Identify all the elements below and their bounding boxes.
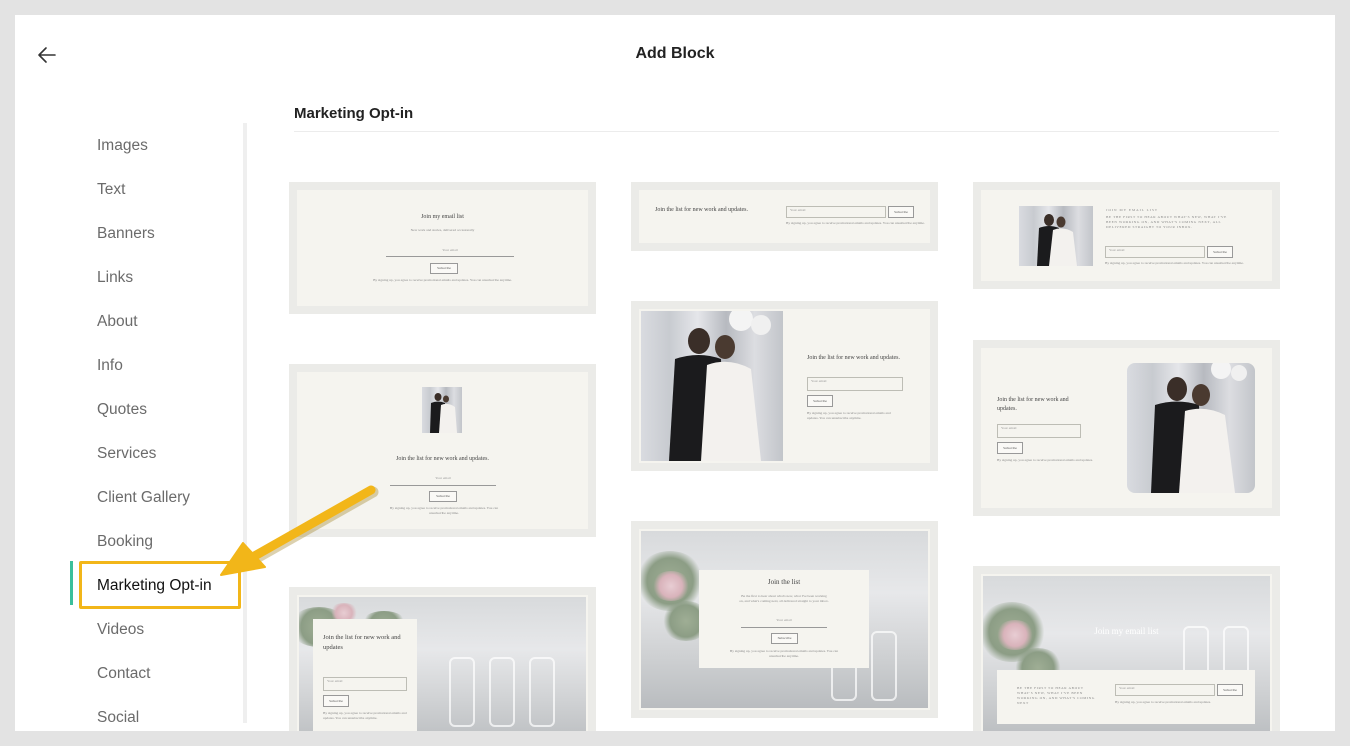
couple-photo bbox=[641, 311, 783, 461]
block-template-card-7[interactable]: Join the list for new work and updates Y… bbox=[289, 587, 596, 731]
sidebar-scrollbar[interactable] bbox=[243, 123, 247, 723]
card-heading: Join the list bbox=[767, 578, 801, 586]
legal-text: By signing up, you agree to receive prom… bbox=[997, 458, 1094, 462]
sidebar-item-videos[interactable]: Videos bbox=[97, 621, 144, 639]
couple-photo bbox=[1019, 206, 1093, 266]
sidebar-item-info[interactable]: Info bbox=[97, 357, 123, 375]
sidebar-item-services[interactable]: Services bbox=[97, 445, 156, 463]
sidebar-item-text[interactable]: Text bbox=[97, 181, 125, 199]
email-field[interactable]: Your email bbox=[807, 377, 903, 391]
legal-text: By signing up, you agree to receive prom… bbox=[1105, 261, 1244, 265]
block-template-card-3[interactable]: JOIN MY EMAIL LIST BE THE FIRST TO HEAR … bbox=[973, 182, 1280, 289]
card-body: BE THE FIRST TO HEAR ABOUT WHAT'S NEW, W… bbox=[1106, 215, 1227, 229]
subscribe-button[interactable]: Subscribe bbox=[807, 395, 833, 407]
sidebar-item-about[interactable]: About bbox=[97, 313, 138, 331]
legal-text: By signing up, you agree to receive prom… bbox=[807, 411, 891, 420]
subscribe-button[interactable]: Subscribe bbox=[429, 491, 457, 502]
page-title: Add Block bbox=[635, 45, 715, 62]
sidebar-item-booking[interactable]: Booking bbox=[97, 533, 153, 551]
card-body: Be the first to hear about what's new, w… bbox=[739, 594, 829, 603]
subscribe-button[interactable]: Subscribe bbox=[997, 442, 1023, 454]
sidebar-item-quotes[interactable]: Quotes bbox=[97, 401, 147, 419]
couple-photo bbox=[422, 387, 462, 433]
card-heading: Join the list for new work and updates. bbox=[807, 355, 900, 361]
subscribe-button[interactable]: Subscribe bbox=[888, 206, 914, 218]
annotation-highlight-box bbox=[79, 561, 241, 609]
card-kicker: JOIN MY EMAIL LIST bbox=[1106, 208, 1159, 212]
category-sidebar: Images Text Banners Links About Info Quo… bbox=[15, 123, 248, 727]
block-template-card-6[interactable]: Join the list for new work and updates. … bbox=[973, 340, 1280, 516]
legal-text: By signing up, you agree to receive prom… bbox=[729, 649, 839, 658]
email-field[interactable]: Your email bbox=[390, 476, 496, 486]
legal-text: By signing up, you agree to receive prom… bbox=[373, 278, 512, 282]
block-template-card-2[interactable]: Join the list for new work and updates. … bbox=[631, 182, 938, 251]
active-item-indicator bbox=[70, 561, 73, 605]
email-field[interactable]: Your email bbox=[386, 248, 514, 257]
email-field[interactable]: Your email bbox=[1105, 246, 1205, 258]
block-template-card-1[interactable]: Join my email list New work and stories,… bbox=[289, 182, 596, 314]
card-subtext: New work and stories, delivered occasion… bbox=[410, 228, 475, 232]
card-heading: Join the list for new work and updates. bbox=[997, 397, 1069, 412]
section-divider bbox=[294, 131, 1279, 132]
sidebar-item-links[interactable]: Links bbox=[97, 269, 133, 287]
subscribe-button[interactable]: Subscribe bbox=[771, 633, 798, 644]
sidebar-item-social[interactable]: Social bbox=[97, 709, 139, 727]
sidebar-item-banners[interactable]: Banners bbox=[97, 225, 155, 243]
add-block-modal: Add Block Images Text Banners Links Abou… bbox=[15, 15, 1335, 731]
card-heading: Join my email list bbox=[421, 214, 464, 220]
legal-text: By signing up, you agree to receive prom… bbox=[1115, 700, 1212, 704]
card-heading: Join the list for new work and updates. bbox=[396, 456, 489, 462]
block-template-card-5[interactable]: Join the list for new work and updates. … bbox=[631, 301, 938, 471]
subscribe-button[interactable]: Subscribe bbox=[430, 263, 458, 274]
email-field[interactable]: Your email bbox=[1115, 684, 1215, 696]
email-field[interactable]: Your email bbox=[323, 677, 407, 691]
sidebar-item-contact[interactable]: Contact bbox=[97, 665, 150, 683]
legal-text: By signing up, you agree to receive prom… bbox=[389, 506, 499, 515]
card-body: BE THE FIRST TO HEAR ABOUT WHAT'S NEW, W… bbox=[1017, 686, 1095, 705]
sidebar-item-images[interactable]: Images bbox=[97, 137, 148, 155]
legal-text: By signing up, you agree to receive prom… bbox=[786, 221, 925, 225]
card-heading: Join my email list bbox=[1094, 626, 1159, 636]
form-panel: Join the list for new work and updates Y… bbox=[313, 619, 417, 731]
block-template-card-8[interactable]: Join the list Be the first to hear about… bbox=[631, 521, 938, 718]
card-heading: Join the list for new work and updates bbox=[323, 634, 401, 651]
section-title: Marketing Opt-in bbox=[294, 105, 414, 122]
form-panel: Join the list Be the first to hear about… bbox=[699, 570, 869, 668]
card-heading: Join the list for new work and updates. bbox=[655, 207, 748, 213]
email-field[interactable]: Your email bbox=[786, 206, 886, 218]
legal-text: By signing up, you agree to receive prom… bbox=[323, 711, 407, 720]
block-template-card-9[interactable]: Join my email list BE THE FIRST TO HEAR … bbox=[973, 566, 1280, 731]
sidebar-item-client-gallery[interactable]: Client Gallery bbox=[97, 489, 190, 507]
block-template-card-4[interactable]: Join the list for new work and updates. … bbox=[289, 364, 596, 537]
email-field[interactable]: Your email bbox=[997, 424, 1081, 438]
subscribe-button[interactable]: Subscribe bbox=[1217, 684, 1243, 696]
couple-photo bbox=[1127, 363, 1255, 493]
form-panel: BE THE FIRST TO HEAR ABOUT WHAT'S NEW, W… bbox=[997, 670, 1255, 724]
email-field[interactable]: Your email bbox=[741, 618, 827, 628]
subscribe-button[interactable]: Subscribe bbox=[323, 695, 349, 707]
subscribe-button[interactable]: Subscribe bbox=[1207, 246, 1233, 258]
